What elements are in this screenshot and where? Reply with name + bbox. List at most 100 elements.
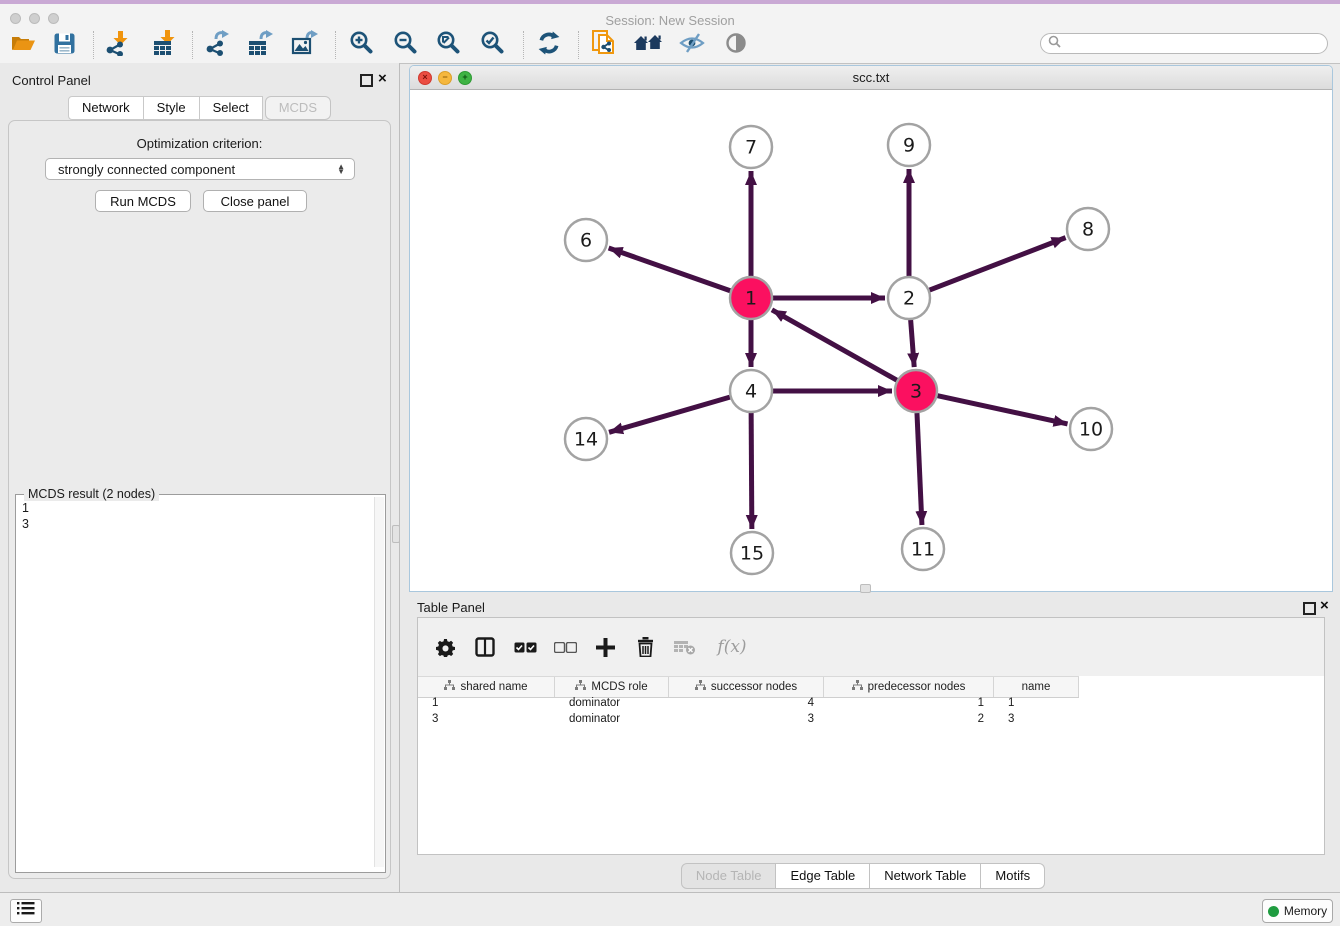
toggle-columns-icon[interactable] — [472, 634, 498, 660]
node-10[interactable]: 10 — [1070, 408, 1112, 450]
float-panel-icon[interactable] — [360, 74, 373, 87]
tab-mcds[interactable]: MCDS — [265, 96, 331, 120]
close-table-panel-icon[interactable]: × — [1320, 600, 1329, 612]
table-row[interactable]: 3dominator323 — [418, 712, 1324, 728]
search-field[interactable] — [1040, 33, 1328, 54]
cell-name[interactable]: 1 — [994, 696, 1079, 712]
tab-edge-table[interactable]: Edge Table — [776, 863, 870, 889]
tab-select[interactable]: Select — [200, 96, 263, 120]
node-14[interactable]: 14 — [565, 418, 607, 460]
cell-MCDS-role[interactable]: dominator — [555, 712, 669, 728]
toggle-birdseye-button[interactable] — [719, 31, 753, 60]
edge-2-3[interactable] — [911, 320, 915, 367]
column-header-name[interactable]: name — [994, 677, 1079, 697]
node-1[interactable]: 1 — [730, 277, 772, 319]
mcds-result-text[interactable]: 1 3 — [16, 497, 380, 871]
node-4[interactable]: 4 — [730, 370, 772, 412]
export-table-button[interactable] — [244, 31, 278, 60]
titlebar[interactable]: Session: New Session — [0, 4, 1340, 28]
cell-MCDS-role[interactable]: dominator — [555, 696, 669, 712]
refresh-icon — [537, 31, 561, 60]
search-input[interactable] — [1065, 36, 1319, 52]
export-network-button[interactable] — [201, 31, 235, 60]
show-all-panels-button[interactable] — [631, 31, 665, 60]
svg-text:7: 7 — [745, 137, 757, 159]
column-header-successor-nodes[interactable]: successor nodes — [669, 677, 824, 697]
column-header-predecessor-nodes[interactable]: predecessor nodes — [824, 677, 994, 697]
zoom-in-button[interactable] — [345, 31, 379, 60]
node-3[interactable]: 3 — [895, 370, 937, 412]
float-table-panel-icon[interactable] — [1303, 602, 1316, 615]
svg-text:3: 3 — [910, 381, 922, 403]
tab-node-table[interactable]: Node Table — [681, 863, 777, 889]
table-header-row[interactable]: shared nameMCDS rolesuccessor nodesprede… — [418, 676, 1079, 698]
node-15[interactable]: 15 — [731, 532, 773, 574]
cell-successor-nodes[interactable]: 4 — [669, 696, 824, 712]
run-mcds-button[interactable]: Run MCDS — [95, 190, 191, 212]
cell-name[interactable]: 3 — [994, 712, 1079, 728]
svg-text:1: 1 — [745, 288, 757, 310]
import-network-button[interactable] — [101, 31, 135, 60]
cell-successor-nodes[interactable]: 3 — [669, 712, 824, 728]
network-window-titlebar[interactable]: × − + scc.txt — [410, 66, 1332, 90]
edge-3-11[interactable] — [917, 413, 922, 525]
node-2[interactable]: 2 — [888, 277, 930, 319]
close-panel-icon[interactable]: × — [378, 73, 387, 85]
tab-style[interactable]: Style — [144, 96, 200, 120]
splitter-grip[interactable] — [392, 525, 400, 543]
delete-table-icon-disabled — [672, 634, 698, 660]
node-6[interactable]: 6 — [565, 219, 607, 261]
window-title: Session: New Session — [0, 13, 1340, 28]
import-table-button[interactable] — [148, 31, 182, 60]
tab-network[interactable]: Network — [68, 96, 144, 120]
toolbar-separator — [578, 31, 579, 59]
node-11[interactable]: 11 — [902, 528, 944, 570]
zoom-out-button[interactable] — [389, 31, 423, 60]
column-header-MCDS-role[interactable]: MCDS role — [555, 677, 669, 697]
edge-2-8[interactable] — [930, 238, 1066, 290]
splitter-grip-horizontal[interactable] — [860, 584, 871, 593]
svg-text:15: 15 — [740, 543, 764, 565]
cell-shared-name[interactable]: 3 — [418, 712, 555, 728]
add-column-button[interactable] — [592, 634, 618, 660]
node-9[interactable]: 9 — [888, 124, 930, 166]
table-toolbar: f(x) — [418, 618, 1324, 676]
open-session-button[interactable] — [6, 31, 40, 60]
cell-predecessor-nodes[interactable]: 2 — [824, 712, 994, 728]
close-panel-button[interactable]: Close panel — [203, 190, 307, 212]
tab-network-table[interactable]: Network Table — [870, 863, 981, 889]
hide-panels-button[interactable] — [675, 31, 709, 60]
tab-motifs[interactable]: Motifs — [981, 863, 1045, 889]
criterion-select[interactable]: strongly connected component ▲▼ — [45, 158, 355, 180]
edge-3-1[interactable] — [772, 310, 897, 380]
deselect-all-icon[interactable] — [552, 634, 578, 660]
save-session-button[interactable] — [47, 31, 81, 60]
zoom-selected-button[interactable] — [476, 31, 510, 60]
cell-predecessor-nodes[interactable]: 1 — [824, 696, 994, 712]
svg-text:4: 4 — [745, 381, 757, 403]
criterion-value: strongly connected component — [58, 162, 235, 177]
column-header-shared-name[interactable]: shared name — [418, 677, 555, 697]
zoom-fit-button[interactable] — [432, 31, 466, 60]
edge-4-15[interactable] — [751, 413, 752, 529]
network-canvas[interactable]: 1 2 3 4 6 7 8 9 10 11 14 15 — [410, 89, 1331, 590]
table-rows[interactable]: 1dominator4113dominator323 — [418, 696, 1324, 728]
edge-1-6[interactable] — [609, 248, 731, 291]
table-settings-button[interactable] — [432, 634, 458, 660]
delete-column-button[interactable] — [632, 634, 658, 660]
cell-shared-name[interactable]: 1 — [418, 696, 555, 712]
apply-layout-button[interactable] — [532, 31, 566, 60]
result-scrollbar[interactable] — [374, 497, 384, 867]
edge-4-14[interactable] — [609, 397, 730, 432]
task-history-button[interactable] — [10, 899, 42, 923]
export-image-button[interactable] — [288, 31, 322, 60]
node-8[interactable]: 8 — [1067, 208, 1109, 250]
homes-icon — [633, 32, 663, 59]
table-row[interactable]: 1dominator411 — [418, 696, 1324, 712]
control-panel-title: Control Panel — [12, 73, 91, 88]
node-7[interactable]: 7 — [730, 126, 772, 168]
clone-network-button[interactable] — [587, 31, 621, 60]
memory-button[interactable]: Memory — [1262, 899, 1333, 923]
edge-3-10[interactable] — [937, 396, 1067, 424]
select-all-icon[interactable] — [512, 634, 538, 660]
